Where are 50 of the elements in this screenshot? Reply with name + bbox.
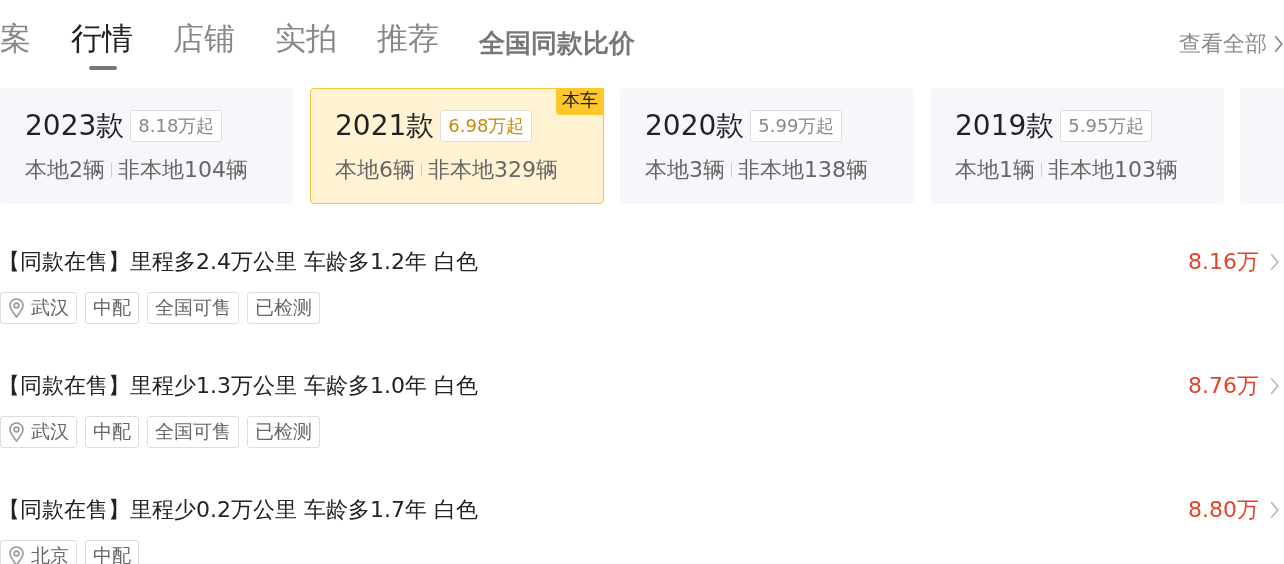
- tag: 中配: [85, 292, 139, 324]
- location-tag: 武汉: [0, 292, 77, 324]
- local-count: 本地3辆: [645, 156, 725, 184]
- listing-title[interactable]: 【同款在售】里程多2.4万公里 车龄多1.2年 白色: [0, 247, 1188, 277]
- location-pin-icon: [8, 422, 25, 442]
- year-label: 2023款: [25, 108, 125, 144]
- local-count: 本地6辆: [335, 156, 415, 184]
- section-title: 全国同款比价: [479, 27, 635, 60]
- location-pin-icon: [8, 546, 25, 564]
- year-label: 2020款: [645, 108, 745, 144]
- year-label: 2019款: [955, 108, 1055, 144]
- year-card[interactable]: 2019款 5.95万起 本地1辆 非本地103辆: [930, 88, 1224, 204]
- year-label: 2021款: [335, 108, 435, 144]
- listing-price: 8.16万: [1188, 248, 1259, 276]
- tab[interactable]: 店铺: [173, 14, 235, 70]
- price-tag: 5.99万起: [750, 110, 843, 142]
- tag: 全国可售: [147, 416, 239, 448]
- price-tag: 5.95万起: [1060, 110, 1153, 142]
- location-tag: 武汉: [0, 416, 77, 448]
- nonlocal-count: 非本地104辆: [118, 156, 248, 184]
- chevron-right-icon: [1273, 34, 1284, 54]
- listing-price: 8.76万: [1188, 372, 1259, 400]
- nonlocal-count: 非本地138辆: [738, 156, 868, 184]
- tag: 已检测: [247, 292, 320, 324]
- tab[interactable]: 实拍: [275, 14, 337, 70]
- nonlocal-count: 非本地329辆: [428, 156, 558, 184]
- year-card[interactable]: 本车 2021款 6.98万起 本地6辆 非本地329辆: [310, 88, 604, 204]
- tag: 全国可售: [147, 292, 239, 324]
- chevron-right-icon: [1269, 500, 1280, 520]
- year-card[interactable]: 2020款 5.99万起 本地3辆 非本地138辆: [620, 88, 914, 204]
- tab[interactable]: 推荐: [377, 14, 439, 70]
- tag: 已检测: [247, 416, 320, 448]
- listing-price: 8.80万: [1188, 496, 1259, 524]
- chevron-right-icon: [1269, 376, 1280, 396]
- current-car-badge: 本车: [556, 88, 604, 115]
- year-card[interactable]: 2023款 8.18万起 本地2辆 非本地104辆: [0, 88, 294, 204]
- tab[interactable]: 行情: [71, 14, 133, 70]
- location-pin-icon: [8, 298, 25, 318]
- price-tag: 8.18万起: [130, 110, 223, 142]
- local-count: 本地1辆: [955, 156, 1035, 184]
- location-tag: 北京: [0, 540, 77, 564]
- tab[interactable]: 案: [0, 14, 31, 70]
- listing-title[interactable]: 【同款在售】里程少0.2万公里 车龄多1.7年 白色: [0, 495, 1188, 525]
- tag: 中配: [85, 540, 139, 564]
- listing-title[interactable]: 【同款在售】里程少1.3万公里 车龄多1.0年 白色: [0, 371, 1188, 401]
- nonlocal-count: 非本地103辆: [1048, 156, 1178, 184]
- price-tag: 6.98万起: [440, 110, 533, 142]
- chevron-right-icon: [1269, 252, 1280, 272]
- local-count: 本地2辆: [25, 156, 105, 184]
- tag: 中配: [85, 416, 139, 448]
